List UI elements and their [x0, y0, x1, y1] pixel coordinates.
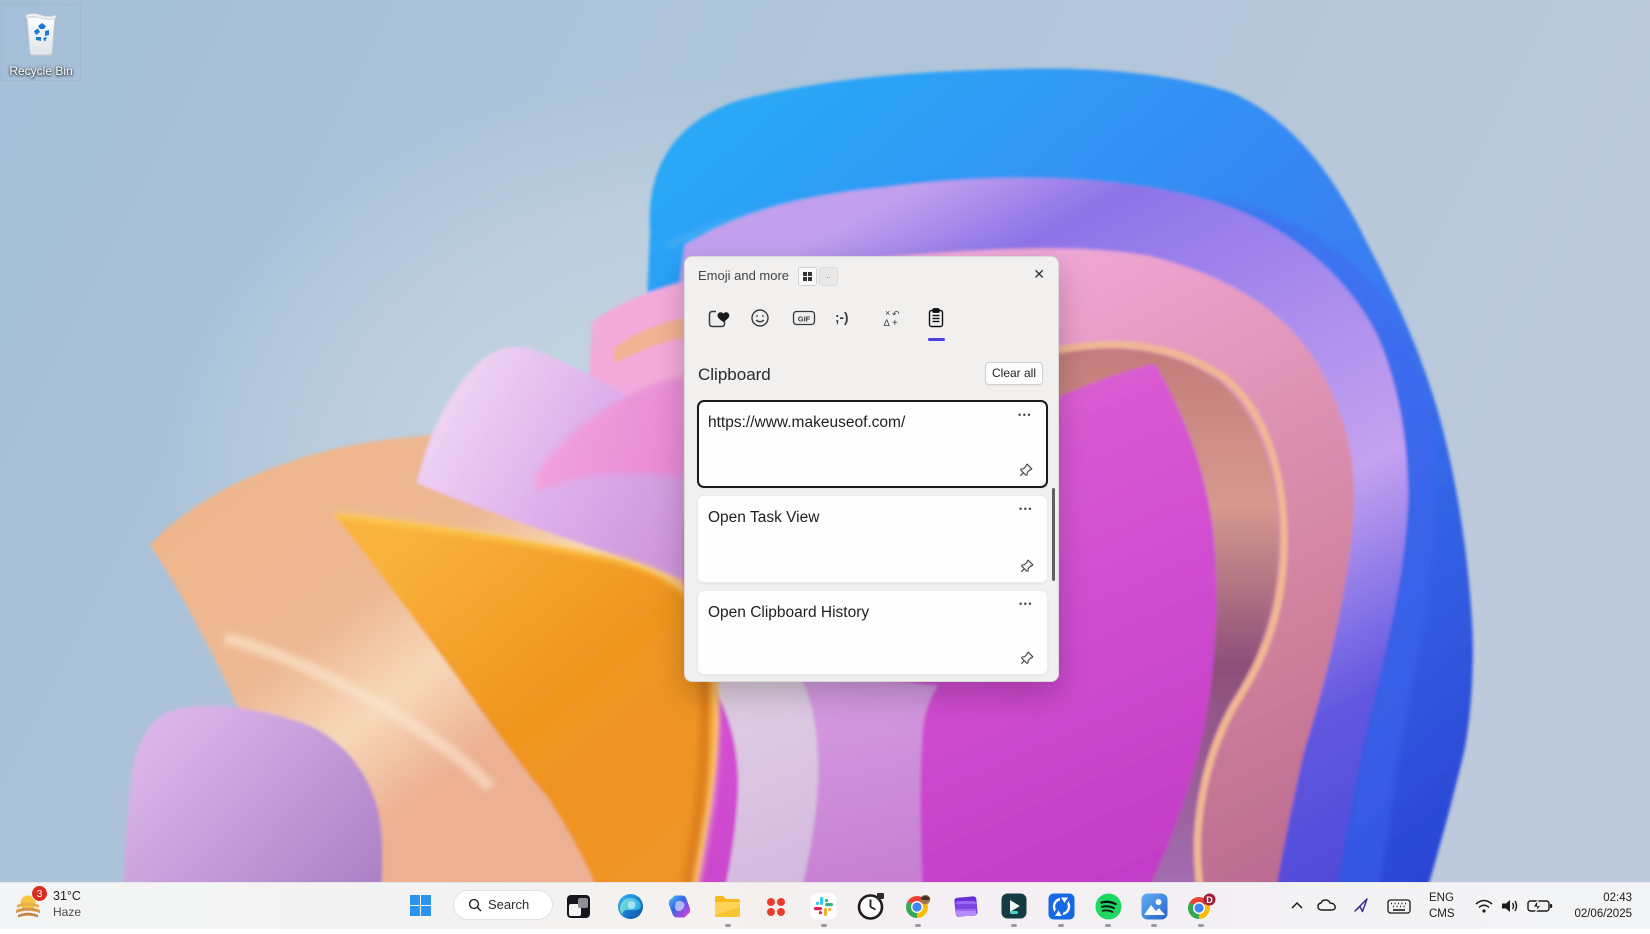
svg-text:GIF: GIF [798, 315, 811, 324]
svg-text:×: × [885, 308, 890, 318]
svg-text:Δ: Δ [884, 318, 891, 329]
svg-text:D: D [1206, 895, 1213, 905]
svg-text:+: + [892, 318, 898, 329]
